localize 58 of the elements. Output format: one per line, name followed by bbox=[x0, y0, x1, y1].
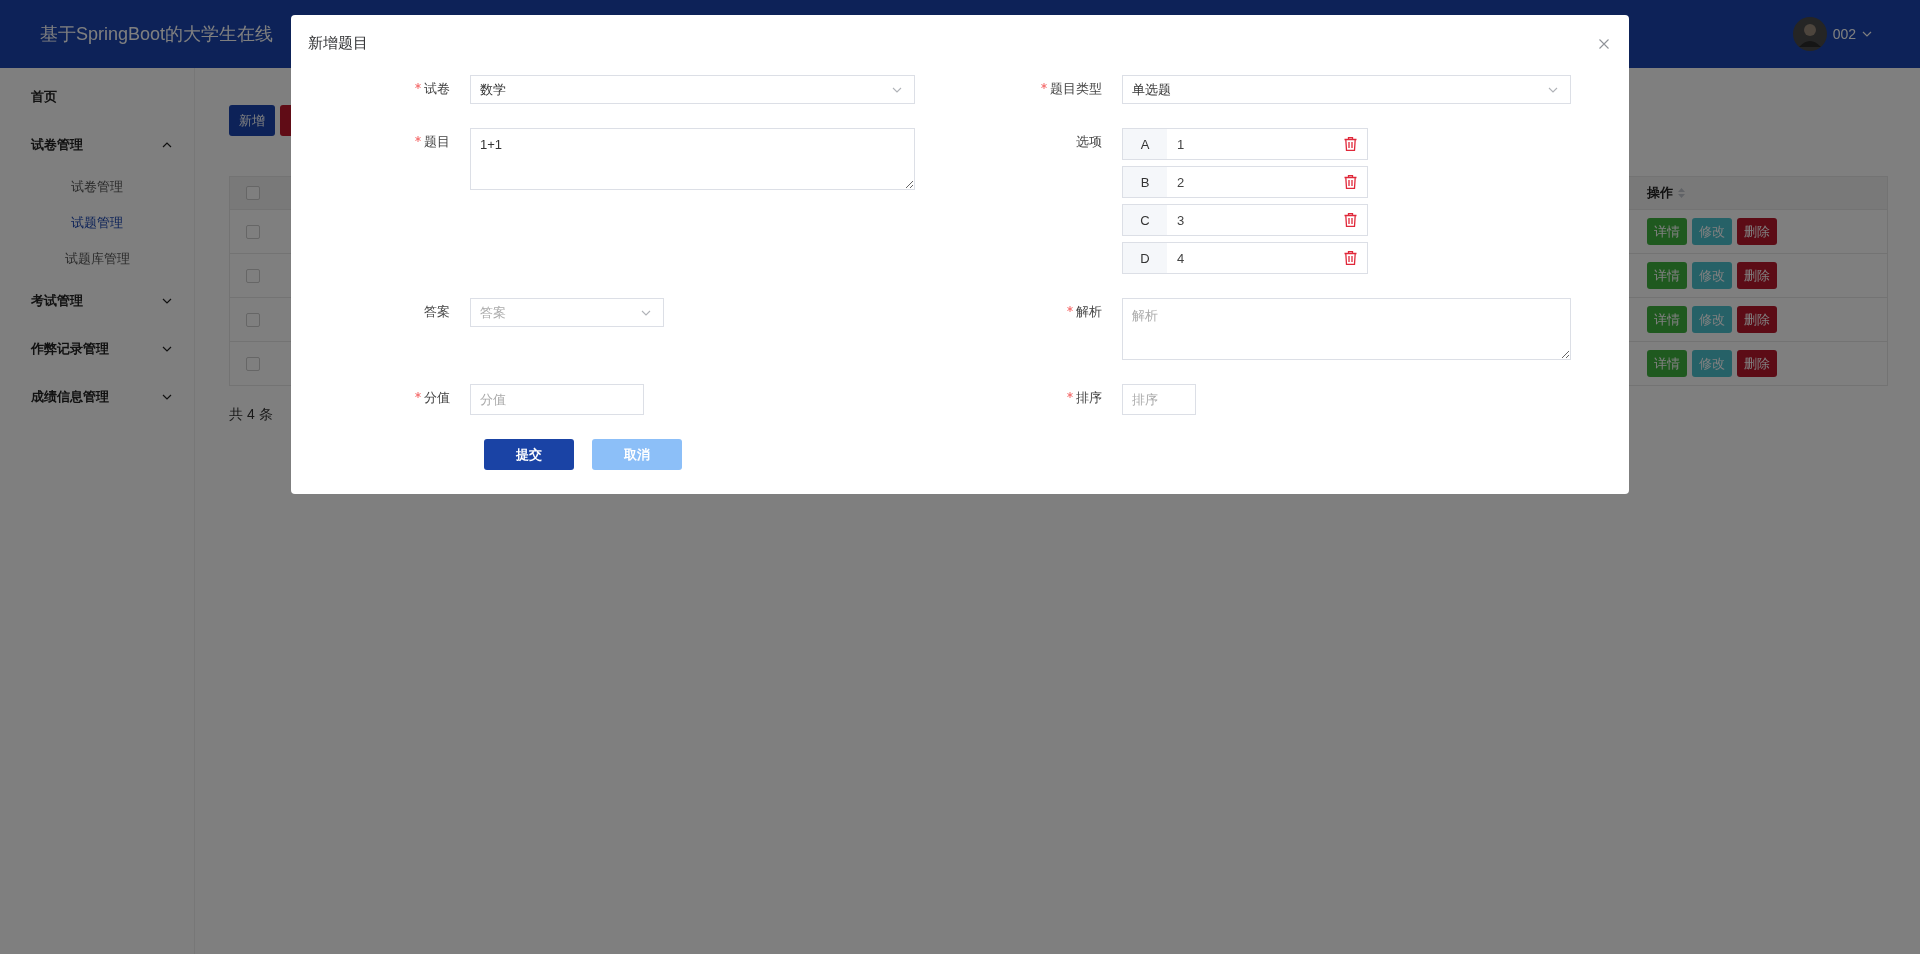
checkbox[interactable] bbox=[246, 186, 260, 200]
sidebar-item[interactable]: 试卷管理 bbox=[0, 121, 194, 169]
option-field[interactable]: D 4 bbox=[1122, 242, 1368, 274]
textarea-field[interactable]: 解析 bbox=[1122, 298, 1571, 360]
checkbox[interactable] bbox=[246, 224, 260, 239]
checkbox[interactable] bbox=[246, 268, 260, 283]
textarea-field[interactable]: 1+1 bbox=[470, 128, 915, 190]
select-field[interactable]: 数学 bbox=[470, 75, 915, 104]
delete-icon[interactable] bbox=[1344, 137, 1357, 151]
sidebar-item[interactable]: 成绩信息管理 bbox=[0, 373, 194, 421]
select-field[interactable]: 单选题 bbox=[1122, 75, 1571, 104]
field-label: 题目 bbox=[424, 133, 450, 151]
action-button[interactable]: 删除 bbox=[1737, 306, 1777, 333]
sidebar-subitem[interactable]: 试卷管理 bbox=[0, 169, 194, 205]
checkbox[interactable] bbox=[246, 356, 260, 371]
action-button[interactable]: 删除 bbox=[1737, 262, 1777, 289]
chevron-icon bbox=[1548, 86, 1558, 93]
action-button[interactable]: 详情 bbox=[1647, 306, 1687, 333]
chevron-icon bbox=[892, 86, 902, 93]
option-field[interactable]: A 1 bbox=[1122, 128, 1368, 160]
action-button[interactable]: 详情 bbox=[1647, 262, 1687, 289]
delete-icon[interactable] bbox=[1344, 213, 1357, 227]
sort-icon[interactable] bbox=[1678, 188, 1685, 198]
toolbar-button[interactable]: 新增 bbox=[229, 105, 275, 136]
option-field[interactable]: C 3 bbox=[1122, 204, 1368, 236]
action-button[interactable]: 详情 bbox=[1647, 350, 1687, 377]
sidebar-subitem[interactable]: 试题管理 bbox=[0, 205, 194, 241]
field-label: 分值 bbox=[424, 389, 450, 407]
sidebar-item[interactable]: 考试管理 bbox=[0, 277, 194, 325]
user-name[interactable]: 002 bbox=[1832, 26, 1856, 42]
field-label: 试卷 bbox=[424, 80, 450, 98]
input-field[interactable]: 分值 bbox=[470, 384, 644, 415]
delete-icon[interactable] bbox=[1344, 175, 1357, 189]
action-button[interactable]: 删除 bbox=[1737, 218, 1777, 245]
field-label: 答案 bbox=[424, 303, 450, 321]
sidebar-item[interactable]: 首页 bbox=[0, 73, 194, 121]
select-field[interactable]: 答案 bbox=[470, 298, 664, 327]
app-title: 基于SpringBoot的大学生在线 bbox=[40, 23, 274, 46]
action-button[interactable]: 详情 bbox=[1647, 218, 1687, 245]
field-label: 排序 bbox=[1076, 389, 1102, 407]
avatar[interactable] bbox=[1792, 17, 1827, 51]
sidebar-subitem[interactable]: 试题库管理 bbox=[0, 241, 194, 277]
column-header[interactable]: 操作 bbox=[1647, 184, 1673, 202]
total-count: 共 4 条 bbox=[229, 406, 273, 424]
caret-icon[interactable] bbox=[1862, 31, 1872, 37]
delete-icon[interactable] bbox=[1344, 251, 1357, 265]
input-field[interactable]: 排序 bbox=[1122, 384, 1196, 415]
chevron-icon bbox=[641, 309, 651, 316]
close-icon[interactable] bbox=[1599, 39, 1609, 49]
field-label: 解析 bbox=[1076, 303, 1102, 321]
option-field[interactable]: B 2 bbox=[1122, 166, 1368, 198]
checkbox[interactable] bbox=[246, 312, 260, 327]
action-button[interactable]: 删除 bbox=[1737, 350, 1777, 377]
field-label: 选项 bbox=[1076, 133, 1102, 151]
field-label: 题目类型 bbox=[1050, 80, 1102, 98]
dialog-title: 新增题目 bbox=[308, 33, 368, 53]
dialog-button[interactable]: 提交 bbox=[484, 439, 574, 470]
sidebar-item[interactable]: 作弊记录管理 bbox=[0, 325, 194, 373]
